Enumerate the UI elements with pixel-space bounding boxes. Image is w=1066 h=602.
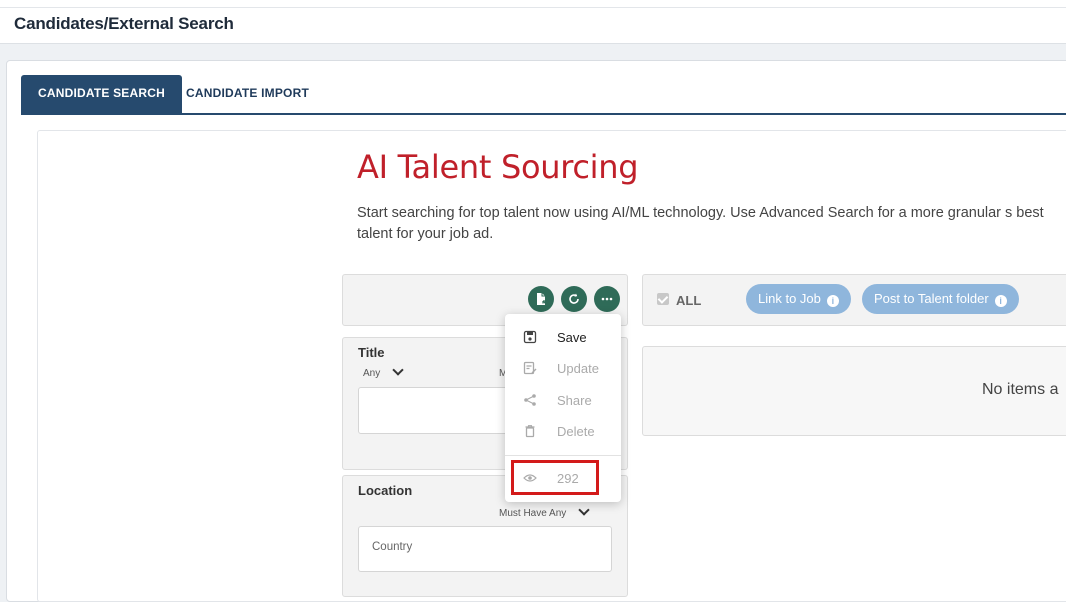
view-count-highlight: 292: [511, 460, 599, 495]
document-icon: [537, 293, 547, 305]
update-icon: [523, 361, 537, 375]
eye-icon: [523, 474, 537, 482]
page-title: Candidates/External Search: [14, 14, 234, 33]
select-all-checkbox[interactable]: [657, 293, 669, 305]
more-icon: [601, 297, 613, 301]
save-icon: [523, 330, 537, 344]
share-icon: [524, 394, 536, 406]
menu-divider: [505, 455, 621, 456]
menu-item-label: Update: [557, 361, 599, 376]
title-input[interactable]: [358, 387, 510, 434]
menu-item-share[interactable]: Share: [505, 386, 621, 414]
location-mode-value: Must Have Any: [499, 508, 567, 519]
post-to-talent-folder-label: Post to Talent folder: [874, 291, 989, 306]
title-mode-value: Any: [363, 368, 381, 379]
menu-item-delete[interactable]: Delete: [505, 417, 621, 445]
tab-candidate-search[interactable]: CANDIDATE SEARCH: [21, 75, 182, 113]
info-icon: i: [994, 295, 1007, 307]
document-button[interactable]: [528, 286, 554, 312]
page-header: Candidates/External Search: [0, 8, 1066, 44]
menu-item-label: Share: [557, 393, 592, 408]
location-mode-select[interactable]: Must Have Any: [499, 504, 590, 519]
menu-item-save[interactable]: Save: [505, 323, 621, 351]
menu-item-label: Save: [557, 330, 587, 345]
menu-item-update[interactable]: Update: [505, 354, 621, 382]
tab-bar: CANDIDATE SEARCH CANDIDATE IMPORT: [21, 75, 1066, 115]
select-all-label: ALL: [676, 293, 702, 308]
link-to-job-button[interactable]: Link to Job i: [746, 284, 851, 314]
title-mode-select[interactable]: Any: [363, 364, 404, 379]
menu-item-label: Delete: [557, 424, 595, 439]
tab-candidate-import[interactable]: CANDIDATE IMPORT: [169, 75, 326, 113]
hero-title: AI Talent Sourcing: [357, 148, 639, 186]
link-to-job-label: Link to Job: [758, 291, 821, 306]
refresh-icon: [569, 293, 579, 304]
info-icon: i: [826, 295, 839, 307]
title-filter-label: Title: [358, 345, 385, 360]
location-filter-label: Location: [358, 483, 413, 498]
hero-description: Start searching for top talent now using…: [357, 205, 1044, 242]
view-count: 292: [557, 471, 579, 486]
refresh-button[interactable]: [561, 286, 587, 312]
more-options-button[interactable]: [594, 286, 620, 312]
chevron-down-icon: [578, 504, 590, 516]
top-strip: [0, 0, 1066, 8]
country-input[interactable]: Country: [358, 526, 612, 572]
country-placeholder: Country: [372, 541, 413, 553]
empty-state-text: No items a: [982, 381, 1059, 398]
trash-icon: [525, 425, 535, 438]
post-to-talent-folder-button[interactable]: Post to Talent folder i: [862, 284, 1019, 314]
chevron-down-icon: [392, 364, 404, 376]
